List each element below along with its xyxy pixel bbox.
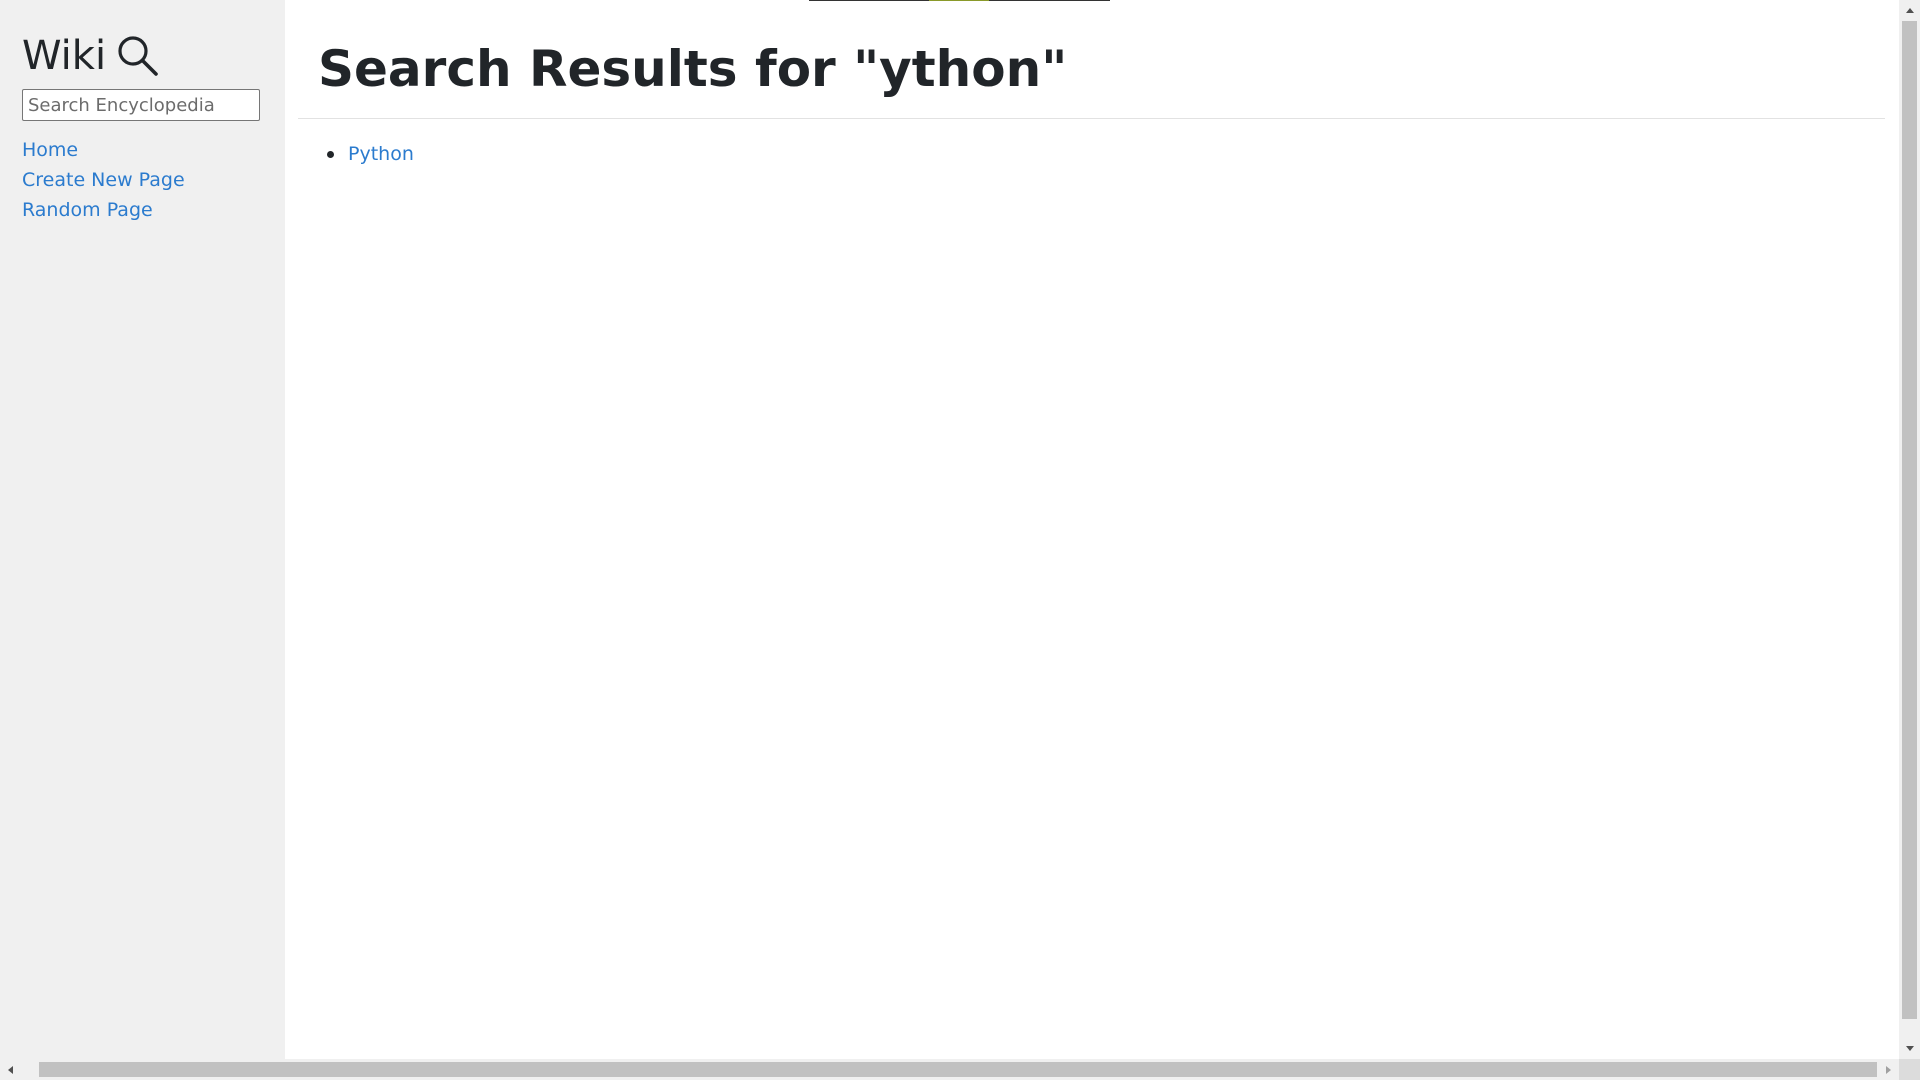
brand-title: Wiki (22, 33, 107, 79)
brand: Wiki (22, 30, 160, 82)
top-progress-bar (809, 0, 1110, 1)
scrollbar-corner (1899, 1059, 1920, 1080)
browser-viewport: Wiki Home Create New Page Random Page Se… (0, 0, 1899, 1059)
nav-random-page-link[interactable]: Random Page (22, 195, 185, 225)
sidebar-nav: Home Create New Page Random Page (22, 135, 185, 225)
sidebar: Wiki Home Create New Page Random Page (0, 0, 285, 1059)
search-results-list: Python (327, 139, 414, 169)
list-item: Python (327, 139, 414, 169)
result-link-python[interactable]: Python (348, 143, 414, 165)
search-input[interactable] (22, 89, 260, 121)
nav-create-new-page-link[interactable]: Create New Page (22, 165, 185, 195)
horizontal-scrollbar[interactable] (0, 1059, 1899, 1080)
scroll-left-arrow-icon[interactable] (0, 1059, 21, 1080)
horizontal-scroll-thumb[interactable] (39, 1062, 1877, 1077)
title-divider (298, 118, 1885, 119)
search-icon (116, 34, 160, 78)
page-title: Search Results for "ython" (318, 40, 1068, 98)
nav-home-link[interactable]: Home (22, 135, 185, 165)
scroll-up-arrow-icon[interactable] (1899, 0, 1920, 21)
vertical-scrollbar[interactable] (1899, 0, 1920, 1059)
scroll-right-arrow-icon[interactable] (1878, 1059, 1899, 1080)
scroll-down-arrow-icon[interactable] (1899, 1038, 1920, 1059)
vertical-scroll-thumb[interactable] (1902, 21, 1917, 1019)
